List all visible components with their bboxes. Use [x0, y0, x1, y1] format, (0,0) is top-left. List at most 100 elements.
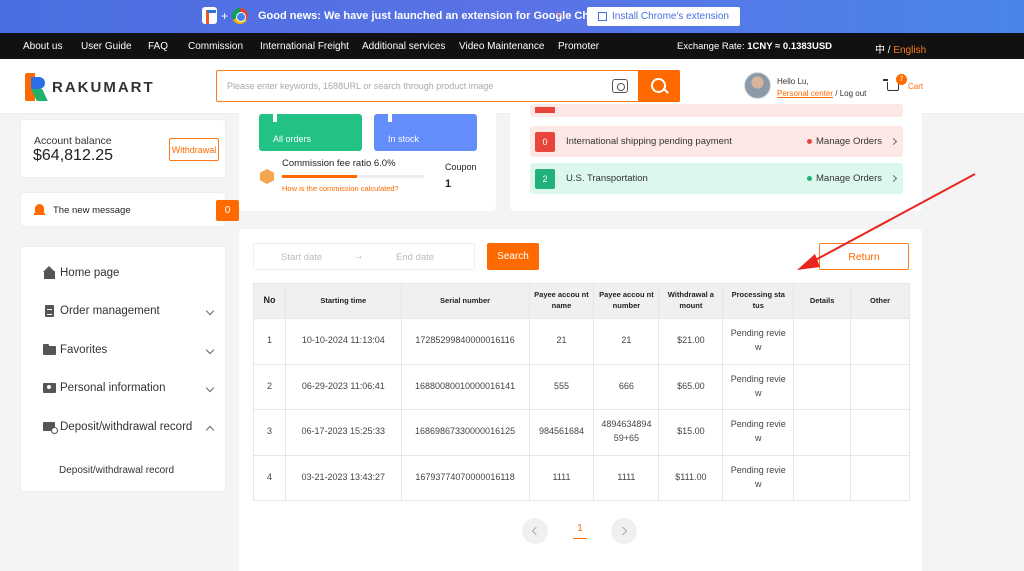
nav-about-us[interactable]: About us [23, 41, 62, 52]
cell-amount: $65.00 [658, 363, 724, 410]
folder-icon [43, 344, 56, 356]
exchange-rate: Exchange Rate: 1CNY ≈ 0.1383USD [677, 41, 832, 52]
cell-payee-number: 1111 [593, 454, 660, 501]
table-row: 1 10-10-2024 11:13:04 172852998400000161… [253, 318, 910, 365]
status-count-partial [535, 107, 555, 113]
search-input[interactable] [227, 77, 607, 95]
withdrawal-records-table: No Starting time Serial number Payee acc… [253, 283, 910, 501]
rakumart-extension-icon [202, 7, 217, 24]
new-message-card[interactable]: The new message 0 [20, 192, 239, 227]
cell-starting-time: 06-29-2023 11:06:41 [284, 363, 402, 410]
withdrawal-button[interactable]: Withdrawal [169, 138, 219, 161]
cell-other [850, 454, 910, 501]
sidebar-nav: Home page Order management Favorites Per… [20, 246, 226, 492]
coupon-count[interactable]: 1 [445, 178, 451, 190]
column-header: Starting time [284, 283, 402, 319]
commission-help-link[interactable]: How is the commission calculated? [282, 184, 399, 193]
cell-other [850, 318, 910, 365]
nav-international-freight[interactable]: International Freight [260, 41, 349, 52]
cell-no: 1 [253, 318, 286, 365]
table-row: 4 03-21-2023 13:43:27 167937740700000161… [253, 454, 910, 501]
end-date-input[interactable]: End date [396, 252, 434, 263]
manage-orders-link[interactable]: Manage Orders [807, 136, 898, 147]
logout-link[interactable]: / Log out [833, 89, 866, 98]
status-dot-icon [807, 176, 812, 181]
tile-marker [273, 114, 277, 122]
sidebar-item-personal-information[interactable]: Personal information [43, 382, 215, 394]
top-nav: About us User Guide FAQ Commission Inter… [0, 33, 1024, 59]
rakumart-logo-mark [25, 73, 48, 101]
exchange-rate-label: Exchange Rate: [677, 41, 748, 52]
column-header: Payee accou nt number [593, 283, 660, 319]
nav-commission[interactable]: Commission [188, 41, 243, 52]
confetti-icon: ✧ [555, 10, 564, 21]
nav-user-guide[interactable]: User Guide [81, 41, 132, 52]
search-records-button[interactable]: Search [487, 243, 539, 270]
sidebar-item-deposit-withdrawal[interactable]: Deposit/withdrawal record [43, 421, 215, 435]
status-count: 2 [535, 169, 555, 189]
avatar[interactable] [744, 72, 771, 99]
account-balance-amount: $64,812.25 [33, 147, 114, 164]
status-row-international-shipping: 0 International shipping pending payment… [530, 126, 903, 157]
coupon-label: Coupon [445, 162, 477, 172]
nav-additional-services[interactable]: Additional services [362, 41, 445, 52]
cell-payee-name: 555 [528, 363, 595, 410]
bell-icon [34, 204, 45, 216]
sidebar-item-home[interactable]: Home page [43, 266, 213, 279]
cell-payee-number: 21 [593, 318, 660, 365]
manage-orders-label: Manage Orders [816, 173, 883, 184]
date-range-arrow: → [354, 251, 364, 262]
user-greeting: Hello Lu, [777, 77, 809, 86]
cell-payee-number: 4894634894 59+65 [593, 409, 660, 456]
search-bar [216, 70, 680, 102]
sidebar-item-label: Favorites [60, 344, 108, 356]
cell-starting-time: 06-17-2023 15:25:33 [284, 409, 402, 456]
install-extension-button[interactable]: Install Chrome's extension [587, 7, 740, 26]
in-stock-tile[interactable]: In stock [374, 114, 477, 151]
cell-no: 3 [253, 409, 286, 456]
all-orders-tile[interactable]: All orders [259, 114, 362, 151]
cell-amount: $21.00 [658, 318, 724, 365]
cell-amount: $15.00 [658, 409, 724, 456]
cart-label: Cart [908, 82, 924, 91]
language-switch[interactable]: 中 / English [875, 41, 926, 56]
promo-logos: + [202, 7, 249, 24]
install-extension-label: Install Chrome's extension [612, 11, 729, 22]
sidebar-subitem-deposit-withdrawal-record[interactable]: Deposit/withdrawal record [59, 465, 174, 476]
status-count: 0 [535, 132, 555, 152]
rakumart-logo[interactable]: RAKUMART [25, 73, 155, 101]
cell-serial-number: 17285299840000016116 [400, 318, 530, 365]
nav-video-maintenance[interactable]: Video Maintenance [459, 41, 544, 52]
chevron-right-icon [889, 137, 898, 146]
sidebar-item-label: Order management [60, 305, 160, 317]
lang-en[interactable]: English [893, 45, 926, 56]
nav-promoter[interactable]: Promoter [558, 41, 599, 52]
chevron-up-icon [205, 425, 215, 435]
cell-status: Pending revie w [722, 363, 795, 410]
search-button[interactable] [638, 70, 680, 102]
prev-page-button[interactable] [522, 518, 548, 544]
id-card-icon [43, 382, 56, 394]
personal-center-link[interactable]: Personal center [777, 89, 833, 98]
order-status-card: 0 International shipping pending payment… [510, 104, 922, 211]
column-header: Details [793, 283, 852, 319]
date-range-picker[interactable]: Start date → End date [253, 243, 475, 270]
sidebar-item-label: Home page [60, 267, 120, 279]
chevron-right-icon [889, 174, 898, 183]
cell-other [850, 409, 910, 456]
current-page[interactable]: 1 [573, 523, 587, 539]
membership-badge-icon [260, 169, 274, 184]
start-date-input[interactable]: Start date [281, 252, 322, 263]
cart-count-badge: 7 [896, 74, 907, 85]
lang-zh[interactable]: 中 / [875, 45, 893, 56]
in-stock-label: In stock [388, 134, 420, 144]
external-link-icon [598, 12, 608, 21]
sidebar-item-favorites[interactable]: Favorites [43, 344, 215, 356]
manage-orders-link[interactable]: Manage Orders [807, 173, 898, 184]
return-button[interactable]: Return [819, 243, 909, 270]
camera-icon[interactable] [612, 79, 628, 93]
next-page-button[interactable] [611, 518, 637, 544]
cell-payee-name: 1111 [528, 454, 595, 501]
nav-faq[interactable]: FAQ [148, 41, 168, 52]
sidebar-item-order-management[interactable]: Order management [43, 305, 215, 317]
